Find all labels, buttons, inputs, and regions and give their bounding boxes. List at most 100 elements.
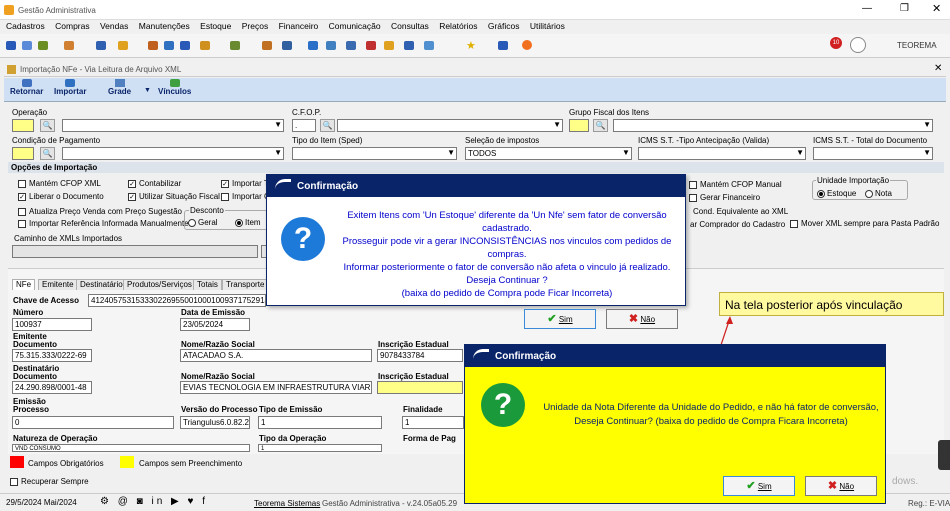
toolbar-icon-16[interactable] <box>346 41 356 50</box>
grupo-fiscal-search-icon[interactable]: 🔍 <box>593 119 608 132</box>
cfop-input[interactable]: . <box>292 119 316 132</box>
mantem-cfop-checkbox[interactable]: Mantém CFOP XML <box>18 179 101 188</box>
finalidade-input[interactable]: 1 <box>402 416 464 429</box>
star-icon[interactable]: ★ <box>466 39 476 52</box>
grade-button[interactable]: Grade <box>108 79 131 96</box>
mantem-cfop-manual-checkbox[interactable]: Mantém CFOP Manual <box>689 180 782 189</box>
processo-input[interactable]: 0 <box>12 416 174 429</box>
grade-dropdown-arrow[interactable]: ▼ <box>144 87 151 94</box>
dialog2-nao-button[interactable]: ✖ Não <box>805 476 877 496</box>
toolbar-icon-7[interactable] <box>148 41 158 50</box>
mover-xml-checkbox[interactable]: Mover XML sempre para Pasta Padrão <box>790 219 939 228</box>
tab-destinatario[interactable]: Destinatário <box>76 279 127 290</box>
gerar-financeiro-checkbox[interactable]: Gerar Financeiro <box>689 193 760 202</box>
toolbar-icon-10[interactable] <box>200 41 210 50</box>
vinculos-button[interactable]: Vínculos <box>158 79 191 96</box>
menu-vendas[interactable]: Vendas <box>100 21 128 31</box>
destinatario-nome-input[interactable]: EVIAS TECNOLOGIA EM INFRAESTRUTURA VIAR … <box>180 381 372 394</box>
child-close-icon[interactable]: ✕ <box>934 63 942 74</box>
icms-total-select[interactable]: ▼ <box>813 147 933 160</box>
numero-input[interactable]: 100937 <box>12 318 92 331</box>
menu-cadastros[interactable]: Cadastros <box>6 21 45 31</box>
condicao-code-input[interactable] <box>12 147 34 160</box>
menu-relatorios[interactable]: Relatórios <box>439 21 477 31</box>
liberar-checkbox[interactable]: ✓ Liberar o Documento <box>18 192 104 201</box>
icms-antecipacao-select[interactable]: ▼ <box>638 147 806 160</box>
atualiza-preco-checkbox[interactable]: Atualiza Preço Venda com Preço Sugestão <box>18 207 182 216</box>
toolbar-icon-8[interactable] <box>164 41 174 50</box>
estoque-radio[interactable]: Estoque <box>817 189 856 198</box>
importar-c-checkbox[interactable]: Importar C <box>221 192 270 201</box>
dialog1-nao-button[interactable]: ✖ Não <box>606 309 678 329</box>
toolbar-icon-5[interactable] <box>96 41 106 50</box>
menu-financeiro[interactable]: Financeiro <box>279 21 319 31</box>
menu-compras[interactable]: Compras <box>55 21 89 31</box>
retornar-button[interactable]: Retornar <box>10 79 43 96</box>
company-link[interactable]: Teorema Sistemas <box>254 499 320 508</box>
user-avatar-icon[interactable] <box>850 37 866 53</box>
recuperar-sempre-checkbox[interactable]: Recuperar Sempre <box>10 477 89 486</box>
cfop-search-icon[interactable]: 🔍 <box>320 119 335 132</box>
versao-input[interactable]: Triangulus6.0.82.22 <box>180 416 250 429</box>
dialog2-sim-button[interactable]: ✔ Sim <box>723 476 795 496</box>
toolbar-icon-13[interactable] <box>282 41 292 50</box>
grupo-fiscal-code-input[interactable] <box>569 119 589 132</box>
tipo-operacao-input[interactable]: 1 <box>258 444 382 452</box>
toolbar-icon-12[interactable] <box>262 41 272 50</box>
contabilizar-checkbox[interactable]: ✓ Contabilizar <box>128 179 181 188</box>
tab-emitente[interactable]: Emitente <box>38 279 78 290</box>
notification-icon[interactable]: 10 <box>830 37 842 49</box>
operacao-code-input[interactable] <box>12 119 34 132</box>
destinatario-documento-input[interactable]: 24.290.898/0001-48 <box>12 381 92 394</box>
nota-radio[interactable]: Nota <box>865 189 892 198</box>
importar-button[interactable]: Importar <box>54 79 86 96</box>
emitente-documento-input[interactable]: 75.315.333/0222-69 <box>12 349 92 362</box>
geral-radio[interactable]: Geral <box>188 218 218 227</box>
condicao-select[interactable]: ▼ <box>62 147 284 160</box>
toolbar-icon-14[interactable] <box>308 41 318 50</box>
caminho-input[interactable] <box>12 245 258 258</box>
destinatario-ie-input[interactable] <box>377 381 463 394</box>
toolbar-icon-3[interactable] <box>38 41 48 50</box>
tab-totais[interactable]: Totais <box>193 279 222 290</box>
cfop-select[interactable]: ▼ <box>337 119 563 132</box>
social-icons[interactable]: ⚙ @ ◙ in ▶ ♥ f <box>100 496 208 507</box>
toolbar-icon-19[interactable] <box>404 41 414 50</box>
selecao-impostos-select[interactable]: TODOS <box>465 147 632 160</box>
menu-comunicacao[interactable]: Comunicação <box>329 21 381 31</box>
side-scroll-tab[interactable] <box>938 440 950 470</box>
toolbar-icon-15[interactable] <box>326 41 336 50</box>
referencia-checkbox[interactable]: Importar Referência Informada Manualment… <box>18 219 189 228</box>
menu-consultas[interactable]: Consultas <box>391 21 429 31</box>
condicao-search-icon[interactable]: 🔍 <box>40 147 55 160</box>
toolbar-icon-11[interactable] <box>230 41 240 50</box>
toolbar-icon-6[interactable] <box>118 41 128 50</box>
emitente-nome-input[interactable]: ATACADAO S.A. <box>180 349 372 362</box>
toolbar-icon-9[interactable] <box>180 41 190 50</box>
item-radio[interactable]: Item <box>235 218 261 227</box>
menu-graficos[interactable]: Gráficos <box>488 21 520 31</box>
toolbar-icon-4[interactable] <box>64 41 74 50</box>
operacao-search-icon[interactable]: 🔍 <box>40 119 55 132</box>
toolbar-icon-21[interactable] <box>498 41 508 50</box>
help-icon[interactable] <box>522 40 532 50</box>
menu-precos[interactable]: Preços <box>242 21 268 31</box>
emitente-ie-input[interactable]: 9078433784 <box>377 349 463 362</box>
operacao-select[interactable]: ▼ <box>62 119 284 132</box>
dialog1-sim-button[interactable]: ✔ Sim <box>524 309 596 329</box>
toolbar-icon-17[interactable] <box>366 41 376 50</box>
natureza-input[interactable]: VND CONSUMO <box>12 444 250 452</box>
maximize-button[interactable]: ❐ <box>900 3 909 14</box>
tipo-item-select[interactable]: ▼ <box>292 147 457 160</box>
tab-produtos[interactable]: Produtos/Serviços <box>123 279 196 290</box>
menu-estoque[interactable]: Estoque <box>200 21 231 31</box>
menu-utilitarios[interactable]: Utilitários <box>530 21 565 31</box>
chave-input[interactable]: 4124057531533302269550010001009371752918… <box>88 294 266 307</box>
importar-t-checkbox[interactable]: ✓ Importar T <box>221 179 269 188</box>
toolbar-icon-20[interactable] <box>424 41 434 50</box>
grupo-fiscal-select[interactable]: ▼ <box>613 119 933 132</box>
menu-manutencoes[interactable]: Manutenções <box>139 21 190 31</box>
tipo-emissao-input[interactable]: 1 <box>258 416 382 429</box>
toolbar-icon-18[interactable] <box>384 41 394 50</box>
utilizar-situacao-checkbox[interactable]: ✓ Utilizar Situação Fiscal <box>128 192 220 201</box>
